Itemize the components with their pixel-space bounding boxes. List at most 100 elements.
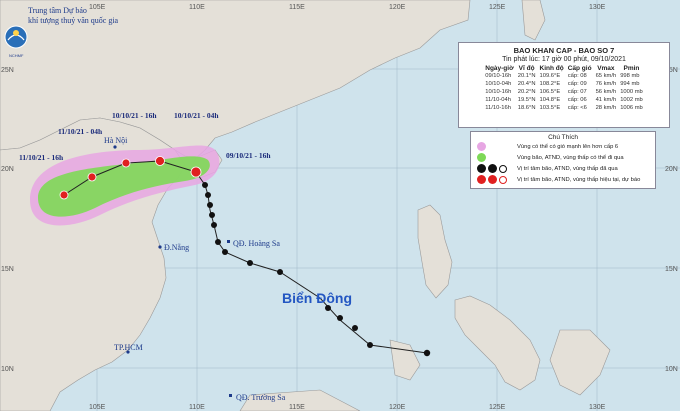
col-header: Ngày-giờ [485,65,514,72]
lat-tick: 10N [1,366,14,373]
legend-item: Vùng bão, ATND, vùng thấp có thể đi qua [471,152,655,163]
city-dot-danang [158,245,162,249]
past-position-marker [207,202,213,208]
table-cell: 20.1°N [517,73,536,79]
table-cell: cấp: <6 [567,105,587,111]
table-row: 10/10-16h 20.2°N 106.5°E cấp: 07 56 km/h… [483,88,645,96]
col-header: Pmin [623,65,640,72]
past-position-marker [211,222,217,228]
legend-item: Vùng có thể có gió mạnh lên hơn cấp 6 [471,141,655,152]
col-header: Kinh độ [539,65,564,72]
table-cell: 65 km/h [595,73,617,79]
past-position-marker [202,182,208,188]
legend-item: Vị trí tâm bão, ATND, vùng thấp hiệu tại… [471,174,655,185]
agency-header: Trung tâm Dự báo khí tượng thuỷ văn quốc… [28,6,118,26]
label-truongsa: QĐ. Trường Sa [236,393,286,402]
wind-zone-swatch-icon [477,142,486,151]
past-storm-icon [488,164,497,173]
storm-zone-swatch-icon [477,153,486,162]
table-cell: 1002 mb [620,97,643,103]
label-danang: Đ.Nẵng [164,243,189,252]
current-storm-marker [190,166,202,178]
table-header-row: Ngày-giờ Vĩ độ Kinh độ Cấp gió Vmax Pmin [483,65,645,72]
label-hcm: TP.HCM [114,343,143,352]
storm-map: Hà Nội Đ.Nẵng QĐ. Hoàng Sa TP.HCM QĐ. Tr… [0,0,680,411]
table-cell: 104.8°E [539,97,561,103]
table-cell: 103.5°E [539,105,561,111]
table-row: 09/10-16h 20.1°N 109.6°E cấp: 08 65 km/h… [483,72,645,80]
info-issued: Tin phát lúc: 17 giờ 00 phút, 09/10/2021 [502,56,626,63]
table-cell: 10/10-04h [485,81,512,87]
table-cell: 09/10-16h [485,73,512,79]
table-cell: 20.2°N [517,89,536,95]
past-position-marker [277,269,283,275]
lat-tick: 10N [665,366,678,373]
past-positions [202,182,431,357]
past-position-marker [205,192,211,198]
lon-tick: 130E [589,4,606,11]
track-date-3: 10/10/21 - 16h [112,111,157,120]
table-cell: 994 mb [620,81,640,87]
table-cell: 106.5°E [539,89,561,95]
label-sea: Biển Đông [282,290,352,306]
lat-tick: 20N [665,166,678,173]
table-cell: 41 km/h [595,97,617,103]
island-dot-hoangsa [227,240,230,243]
past-storm-icon [477,164,486,173]
table-cell: 11/10-16h [485,105,511,111]
table-cell: cấp: 09 [567,81,587,87]
lon-tick: 120E [389,404,406,411]
lon-tick: 120E [389,4,406,11]
forecast-low-marker [59,190,69,200]
lon-tick: 115E [289,404,305,411]
track-date-2: 11/10/21 - 04h [58,127,103,136]
track-date-5: 09/10/21 - 16h [226,151,271,160]
label-hanoi: Hà Nội [104,136,128,145]
table-cell: 19.5°N [517,97,536,103]
past-position-marker [209,212,215,218]
lat-tick: 15N [1,266,14,273]
legend-item-label: Vùng bão, ATND, vùng thấp có thể đi qua [517,154,624,161]
lat-tick: 15N [665,266,678,273]
lon-tick: 130E [589,404,606,411]
agency-name-line1: Trung tâm Dự báo [28,6,87,15]
past-position-marker [247,260,253,266]
table-cell: cấp: 07 [567,89,587,95]
col-header: Cấp gió [567,65,592,72]
lon-tick: 110E [189,404,205,411]
track-date-4: 10/10/21 - 04h [174,111,219,120]
lat-tick: 25N [1,67,14,74]
island-dot-truongsa [229,394,232,397]
logo-text: NCHMF [9,53,24,58]
forecast-depression-marker [87,172,97,182]
table-cell: 109.6°E [539,73,561,79]
col-header: Vĩ độ [518,65,535,72]
lon-tick: 115E [289,4,305,11]
table-cell: 28 km/h [595,105,617,111]
legend-item-label: Vùng có thể có gió mạnh lên hơn cấp 6 [517,143,619,150]
forecast-low-icon [499,175,507,184]
past-position-marker [337,315,343,321]
table-cell: 10/10-16h [485,89,512,95]
lon-tick: 125E [489,4,506,11]
forecast-storm-icon [477,175,486,184]
table-row: 11/10-16h 18.6°N 103.5°E cấp: <6 28 km/h… [483,104,645,112]
past-position-marker [352,325,358,331]
table-cell: cấp: 08 [567,73,587,79]
col-header: Vmax [597,65,615,72]
table-row: 10/10-04h 20.4°N 108.2°E cấp: 09 76 km/h… [483,80,645,88]
table-cell: cấp: 06 [567,97,587,103]
past-low-icon [499,164,507,173]
table-row: 11/10-04h 19.5°N 104.8°E cấp: 06 41 km/h… [483,96,645,104]
legend-item-label: Vị trí tâm bão, ATND, vùng thấp hiệu tại… [517,176,641,183]
table-cell: 998 mb [620,73,640,79]
forecast-info-box: BAO KHAN CAP - BAO SO 7 Tin phát lúc: 17… [458,42,670,128]
forecast-storm-marker [121,158,131,168]
past-position-marker [367,342,373,348]
forecast-storm-marker [155,156,165,166]
table-cell: 1000 mb [620,89,643,95]
table-cell: 20.4°N [517,81,536,87]
legend-item-label: Vị trí tâm bão, ATND, vùng thấp đã qua [517,165,618,172]
past-position-marker [423,349,431,357]
legend-box: Chú Thích Vùng có thể có gió mạnh lên hơ… [470,131,656,189]
